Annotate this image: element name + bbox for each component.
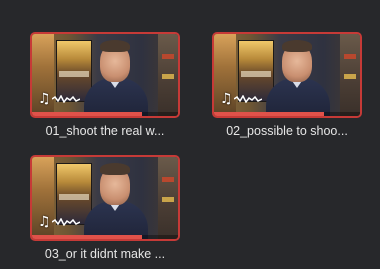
audio-waveform-icon xyxy=(234,95,262,103)
clip-thumbnail-image[interactable]: ♫ xyxy=(212,32,362,118)
clip-progress-fill xyxy=(32,112,142,116)
audio-waveform-icon xyxy=(52,218,80,226)
clip-thumbnail-01[interactable]: ♫ 01_shoot the real w... xyxy=(30,32,180,138)
music-note-icon: ♫ xyxy=(220,91,233,107)
clip-progress-bar xyxy=(32,235,178,239)
clip-thumbnail-02[interactable]: ♫ 02_possible to shoo... xyxy=(212,32,362,138)
clip-thumbnail-03[interactable]: ♫ 03_or it didnt make ... xyxy=(30,155,180,261)
media-pool-bin: ♫ 01_shoot the real w... ♫ 02_possible t… xyxy=(0,0,380,269)
clip-progress-fill xyxy=(32,235,142,239)
audio-waveform-icon xyxy=(52,95,80,103)
clip-thumbnail-image[interactable]: ♫ xyxy=(30,32,180,118)
clip-progress-bar xyxy=(214,112,360,116)
music-note-icon: ♫ xyxy=(38,214,51,230)
clip-progress-bar xyxy=(32,112,178,116)
clip-thumbnail-image[interactable]: ♫ xyxy=(30,155,180,241)
clip-progress-fill xyxy=(214,112,324,116)
clip-name-label: 03_or it didnt make ... xyxy=(44,247,166,261)
clip-name-label: 02_possible to shoo... xyxy=(226,124,348,138)
music-note-icon: ♫ xyxy=(38,91,51,107)
clip-name-label: 01_shoot the real w... xyxy=(45,124,165,138)
